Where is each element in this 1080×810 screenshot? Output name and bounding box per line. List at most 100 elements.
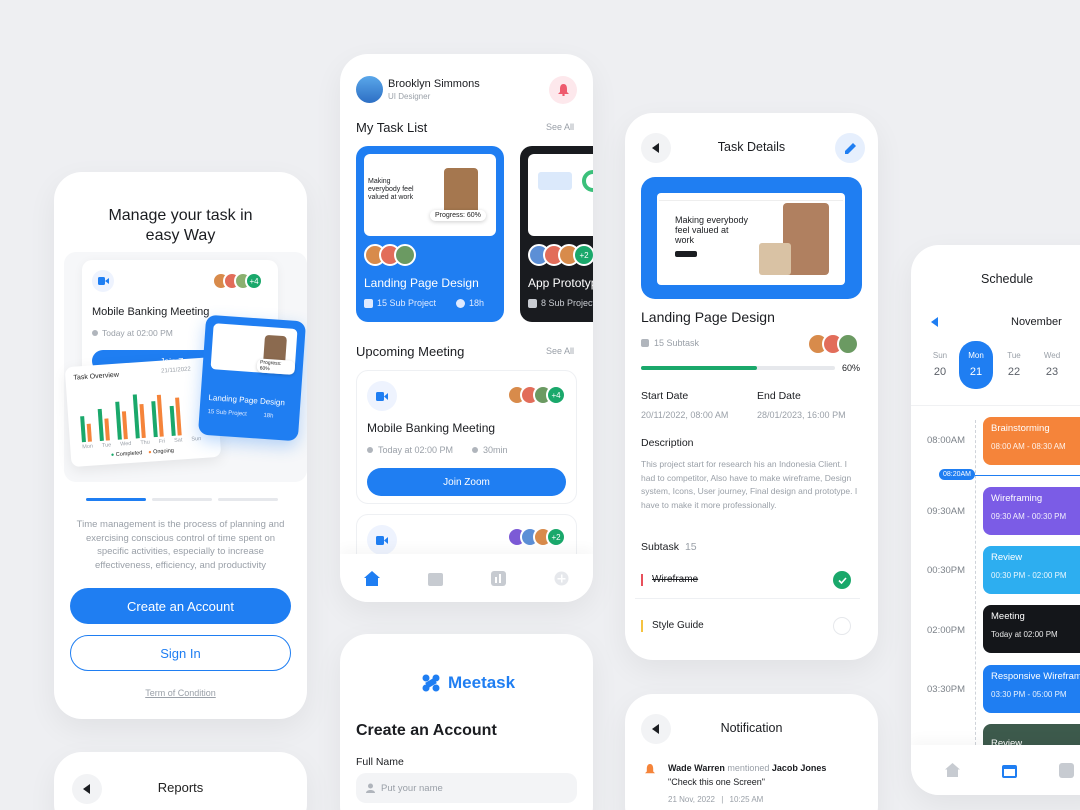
home-icon[interactable] [364, 570, 380, 586]
mini-card-title: Landing Page Design [208, 393, 286, 408]
signup-screen: Meetask Create an Account Full Name Put … [340, 634, 593, 810]
subtask-marker [641, 574, 643, 586]
task-card-app-prototype[interactable]: +2 App Prototype 8 Sub Project [520, 146, 593, 322]
clock-icon [367, 447, 373, 453]
subtask-item[interactable]: Style Guide [635, 607, 860, 645]
meetask-logo-icon [422, 674, 440, 692]
notification-item[interactable]: Wade Warren mentioned Jacob Jones "Check… [641, 760, 866, 810]
onboarding-illustration: +4 Mobile Banking Meeting Today at 02:00… [64, 252, 307, 482]
now-indicator: 08:20AM [939, 469, 976, 480]
terms-link[interactable]: Term of Condition [54, 688, 307, 698]
home-icon[interactable] [945, 763, 960, 777]
video-icon [367, 525, 397, 555]
clock-icon [92, 330, 98, 336]
headline-line-2: easy Way [145, 227, 216, 244]
user-name: Brooklyn Simmons [388, 78, 480, 90]
event-brainstorming[interactable]: Brainstorming 08:00 AM - 08:30 AM [983, 417, 1080, 465]
task-card-landing-page[interactable]: Making everybody feel valued at work Pro… [356, 146, 504, 322]
chart-icon[interactable] [1059, 762, 1074, 778]
overview-date: 21/11/2022 [161, 366, 191, 375]
full-name-label: Full Name [356, 756, 404, 768]
calendar-icon[interactable] [428, 571, 443, 586]
task-title: Landing Page Design [364, 276, 479, 290]
schedule-screen: Schedule November Sun 20 Mon 21 Tue 22 Wed 2… [911, 245, 1080, 795]
avatar-group: +2 [507, 527, 566, 547]
event-wireframing[interactable]: Wireframing 09:30 AM - 00:30 PM [983, 487, 1080, 535]
start-date-value: 20/11/2022, 08:00 AM [641, 410, 729, 420]
add-icon[interactable] [554, 571, 569, 586]
notification-screen: Notification Wade Warren mentioned Jacob… [625, 694, 878, 810]
home-screen: Brooklyn Simmons UI Designer My Task Lis… [340, 54, 593, 602]
onboarding-headline: Manage your task in easy Way [54, 206, 307, 246]
task-details-screen: Task Details Making everybody feel value… [625, 113, 878, 660]
notification-quote: "Check this one Screen" [668, 777, 765, 787]
meeting-duration: 30min [483, 445, 508, 455]
task-card-screenshot [528, 154, 593, 236]
overview-bars [80, 394, 182, 443]
day-mon[interactable]: Mon 21 [959, 341, 993, 389]
schedule-title: Schedule [981, 272, 1034, 286]
headline-line-1: Manage your task in [108, 207, 253, 224]
full-name-placeholder: Put your name [381, 782, 443, 794]
see-all-tasks-link[interactable]: See All [546, 122, 574, 132]
progress-label: 60% [842, 363, 861, 373]
join-zoom-button[interactable]: Join Zoom [367, 468, 566, 496]
mini-screenshot: Progress: 60% [210, 323, 298, 375]
meeting-time-row: Today at 02:00 PM [92, 328, 173, 338]
task-card-screenshot: Making everybody feel valued at work Pro… [364, 154, 496, 236]
mini-card-hours: 18h [263, 412, 274, 420]
progress-fill [641, 366, 758, 370]
meeting-time: Today at 02:00 PM [378, 445, 454, 455]
prev-month-icon[interactable] [931, 317, 938, 327]
subtask-marker [641, 620, 643, 632]
clock-icon [456, 298, 465, 308]
calendar-icon[interactable] [1002, 763, 1017, 778]
notification-time: 10:25 AM [729, 795, 764, 804]
chart-icon[interactable] [491, 570, 506, 586]
description-label: Description [641, 437, 694, 449]
onboarding-description: Time management is the process of planni… [76, 519, 285, 571]
notification-bell-button[interactable] [549, 76, 577, 104]
mini-task-card: Progress: 60% Landing Page Design 15 Sub… [197, 314, 307, 442]
time-label: 00:30PM [927, 565, 966, 576]
task-overview-chart: Task Overview 21/11/2022 Mon Tue Wed Thu Fri… [64, 356, 222, 468]
create-account-button[interactable]: Create an Account [70, 588, 291, 624]
onboarding-pagination [86, 498, 278, 501]
avatar-group: +2 [528, 244, 593, 266]
avatar-group [807, 333, 859, 355]
project-icon [364, 298, 373, 308]
mini-progress: Progress: 60% [256, 358, 296, 375]
sign-in-button[interactable]: Sign In [70, 635, 291, 671]
time-label: 08:00AM [927, 435, 966, 446]
day-tue[interactable]: Tue 22 [997, 341, 1031, 389]
subtask-name: Wireframe [652, 574, 699, 585]
meeting-card[interactable]: +4 Mobile Banking Meeting Today at 02:00… [356, 370, 577, 504]
edit-button[interactable] [835, 133, 865, 163]
full-name-field[interactable]: Put your name [356, 773, 577, 803]
start-date-label: Start Date [641, 390, 689, 402]
description-text: This project start for research his an I… [641, 459, 858, 510]
task-list-title: My Task List [356, 120, 428, 135]
event-responsive-wireframe[interactable]: Responsive Wireframe 03:30 PM - 05:00 PM [983, 665, 1080, 713]
day-picker: Sun 20 Mon 21 Tue 22 Wed 23 [925, 341, 1069, 389]
see-all-meetings-link[interactable]: See All [546, 346, 574, 356]
event-review[interactable]: Review 00:30 PM - 02:00 PM [983, 546, 1080, 594]
avatar[interactable] [356, 76, 383, 103]
user-icon [366, 783, 375, 793]
subtask-icon [641, 339, 649, 347]
day-wed[interactable]: Wed 23 [1035, 341, 1069, 389]
avatar-group [364, 244, 416, 266]
bottom-nav [340, 554, 593, 602]
video-icon [92, 270, 114, 292]
hero-text: Making everybody feel valued at work [675, 215, 749, 245]
reports-title: Reports [157, 780, 204, 795]
project-icon [528, 298, 537, 308]
event-meeting[interactable]: Meeting Today at 02:00 PM [983, 605, 1080, 653]
checkbox-icon[interactable] [833, 617, 851, 635]
bottom-nav [911, 745, 1080, 795]
check-icon[interactable] [833, 571, 851, 589]
subtask-item[interactable]: Wireframe [635, 561, 860, 599]
notification-verb: mentioned [727, 763, 770, 773]
avatar-more-badge: +4 [245, 272, 263, 290]
day-sun[interactable]: Sun 20 [925, 341, 955, 389]
